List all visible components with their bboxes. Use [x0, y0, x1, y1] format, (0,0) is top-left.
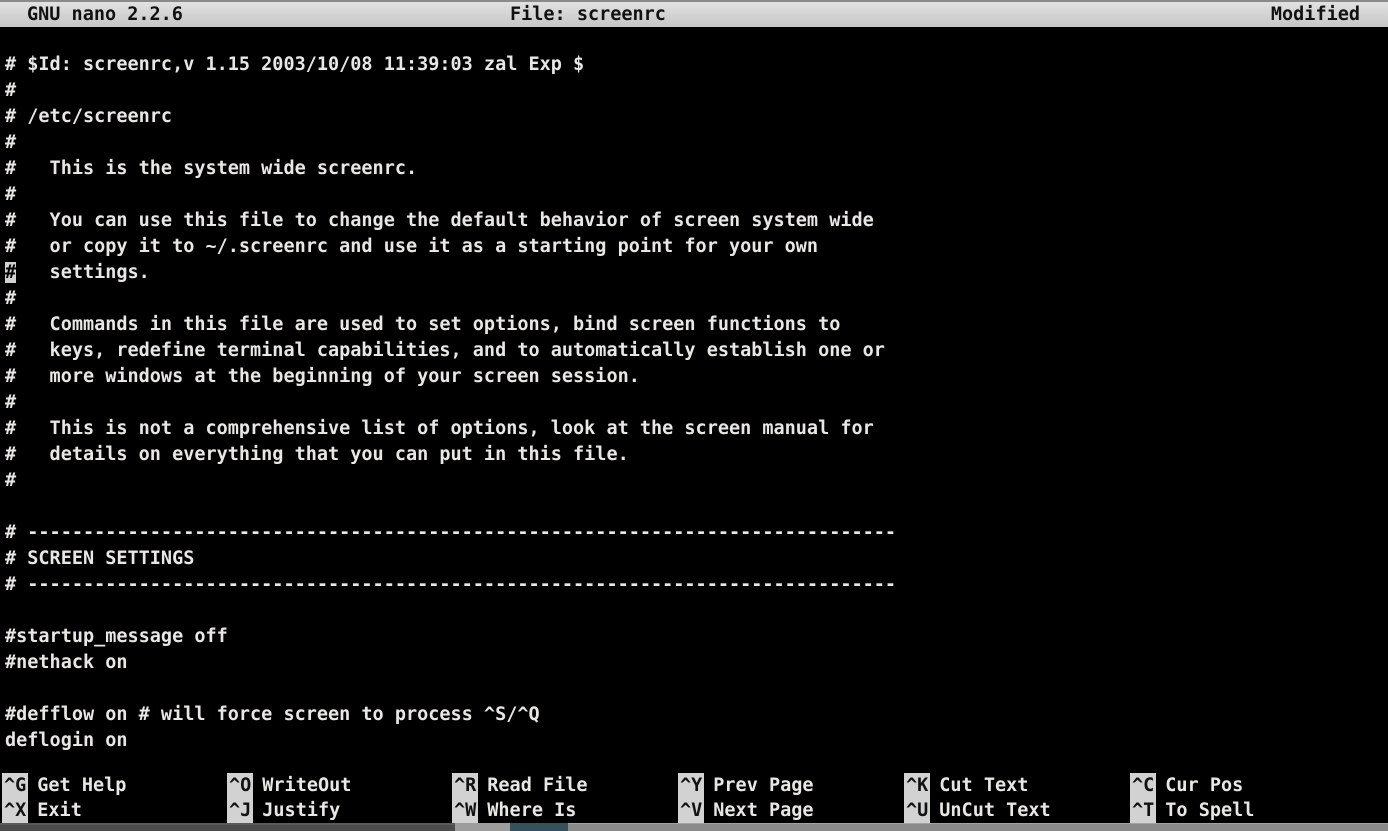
- shortcut-key: ^J: [227, 798, 253, 823]
- editor-line: deflogin on: [5, 728, 1388, 754]
- nano-titlebar: GNU nano 2.2.6 File: screenrc Modified: [0, 0, 1388, 27]
- shortcut-label: Exit: [28, 800, 82, 821]
- background-window-accent: [510, 823, 568, 831]
- app-version-label: GNU nano 2.2.6: [27, 2, 183, 27]
- shortcut-row: ^XExit ^JJustify ^WWhere Is ^VNext Page ^UUn…: [0, 798, 1388, 823]
- editor-line: [5, 598, 1388, 624]
- editor-line: # Commands in this file are used to set …: [5, 312, 1388, 338]
- background-window-segment: [0, 823, 455, 831]
- editor-line: # $Id: screenrc,v 1.15 2003/10/08 11:39:…: [5, 52, 1388, 78]
- shortcut-label: Cur Pos: [1156, 775, 1243, 796]
- shortcut-key: ^V: [678, 798, 704, 823]
- editor-line: # keys, redefine terminal capabilities, …: [5, 338, 1388, 364]
- editor-line: #: [5, 468, 1388, 494]
- editor-line: #: [5, 130, 1388, 156]
- background-window-edge: [0, 823, 1388, 831]
- editor-content[interactable]: # $Id: screenrc,v 1.15 2003/10/08 11:39:…: [5, 52, 1388, 754]
- editor-line: [5, 676, 1388, 702]
- shortcut-key: ^T: [1130, 798, 1156, 823]
- editor-line: # /etc/screenrc: [5, 104, 1388, 130]
- editor-line: # or copy it to ~/.screenrc and use it a…: [5, 234, 1388, 260]
- shortcut-label: UnCut Text: [930, 800, 1050, 821]
- shortcut-label: Where Is: [478, 800, 576, 821]
- text-cursor: #: [5, 262, 16, 283]
- shortcut-next-page: ^VNext Page: [678, 798, 814, 823]
- shortcut-read-file: ^RRead File: [452, 773, 588, 798]
- shortcut-label: Get Help: [28, 775, 126, 796]
- shortcut-key: ^R: [452, 773, 478, 798]
- editor-line: #: [5, 390, 1388, 416]
- shortcut-label: Cut Text: [930, 775, 1028, 796]
- editor-line: #nethack on: [5, 650, 1388, 676]
- background-window-segment: [455, 823, 510, 831]
- shortcut-bar: ^GGet Help ^OWriteOut ^RRead File ^YPrev Pa…: [0, 773, 1388, 823]
- editor-line: [5, 494, 1388, 520]
- shortcut-cut-text: ^KCut Text: [904, 773, 1028, 798]
- shortcut-key: ^W: [452, 798, 478, 823]
- shortcut-get-help: ^GGet Help: [2, 773, 126, 798]
- editor-line: #defflow on # will force screen to proce…: [5, 702, 1388, 728]
- shortcut-key: ^U: [904, 798, 930, 823]
- shortcut-where-is: ^WWhere Is: [452, 798, 576, 823]
- editor-line: # --------------------------------------…: [5, 572, 1388, 598]
- editor-line: #: [5, 286, 1388, 312]
- editor-line: # --------------------------------------…: [5, 520, 1388, 546]
- shortcut-label: WriteOut: [253, 775, 351, 796]
- editor-line: # details on everything that you can put…: [5, 442, 1388, 468]
- terminal-window[interactable]: GNU nano 2.2.6 File: screenrc Modified #…: [0, 0, 1388, 831]
- shortcut-exit: ^XExit: [2, 798, 82, 823]
- shortcut-key: ^K: [904, 773, 930, 798]
- shortcut-writeout: ^OWriteOut: [227, 773, 351, 798]
- shortcut-key: ^C: [1130, 773, 1156, 798]
- shortcut-cur-pos: ^CCur Pos: [1130, 773, 1243, 798]
- editor-line: # This is not a comprehensive list of op…: [5, 416, 1388, 442]
- editor-line: # This is the system wide screenrc.: [5, 156, 1388, 182]
- shortcut-key: ^X: [2, 798, 28, 823]
- file-name-label: File: screenrc: [510, 2, 666, 27]
- editor-line: # settings.: [5, 260, 1388, 286]
- shortcut-key: ^Y: [678, 773, 704, 798]
- shortcut-prev-page: ^YPrev Page: [678, 773, 814, 798]
- editor-line: #: [5, 182, 1388, 208]
- editor-line: # You can use this file to change the de…: [5, 208, 1388, 234]
- shortcut-label: Justify: [253, 800, 340, 821]
- modified-status: Modified: [1271, 2, 1360, 27]
- background-window-segment: [568, 823, 1388, 831]
- shortcut-label: Next Page: [704, 800, 813, 821]
- shortcut-label: To Spell: [1156, 800, 1254, 821]
- editor-line: #startup_message off: [5, 624, 1388, 650]
- shortcut-row: ^GGet Help ^OWriteOut ^RRead File ^YPrev Pa…: [0, 773, 1388, 798]
- shortcut-uncut-text: ^UUnCut Text: [904, 798, 1051, 823]
- editor-line: # more windows at the beginning of your …: [5, 364, 1388, 390]
- editor-line: #: [5, 78, 1388, 104]
- shortcut-justify: ^JJustify: [227, 798, 340, 823]
- shortcut-label: Read File: [478, 775, 587, 796]
- shortcut-key: ^G: [2, 773, 28, 798]
- shortcut-key: ^O: [227, 773, 253, 798]
- editor-line: # SCREEN SETTINGS: [5, 546, 1388, 572]
- shortcut-label: Prev Page: [704, 775, 813, 796]
- shortcut-to-spell: ^TTo Spell: [1130, 798, 1254, 823]
